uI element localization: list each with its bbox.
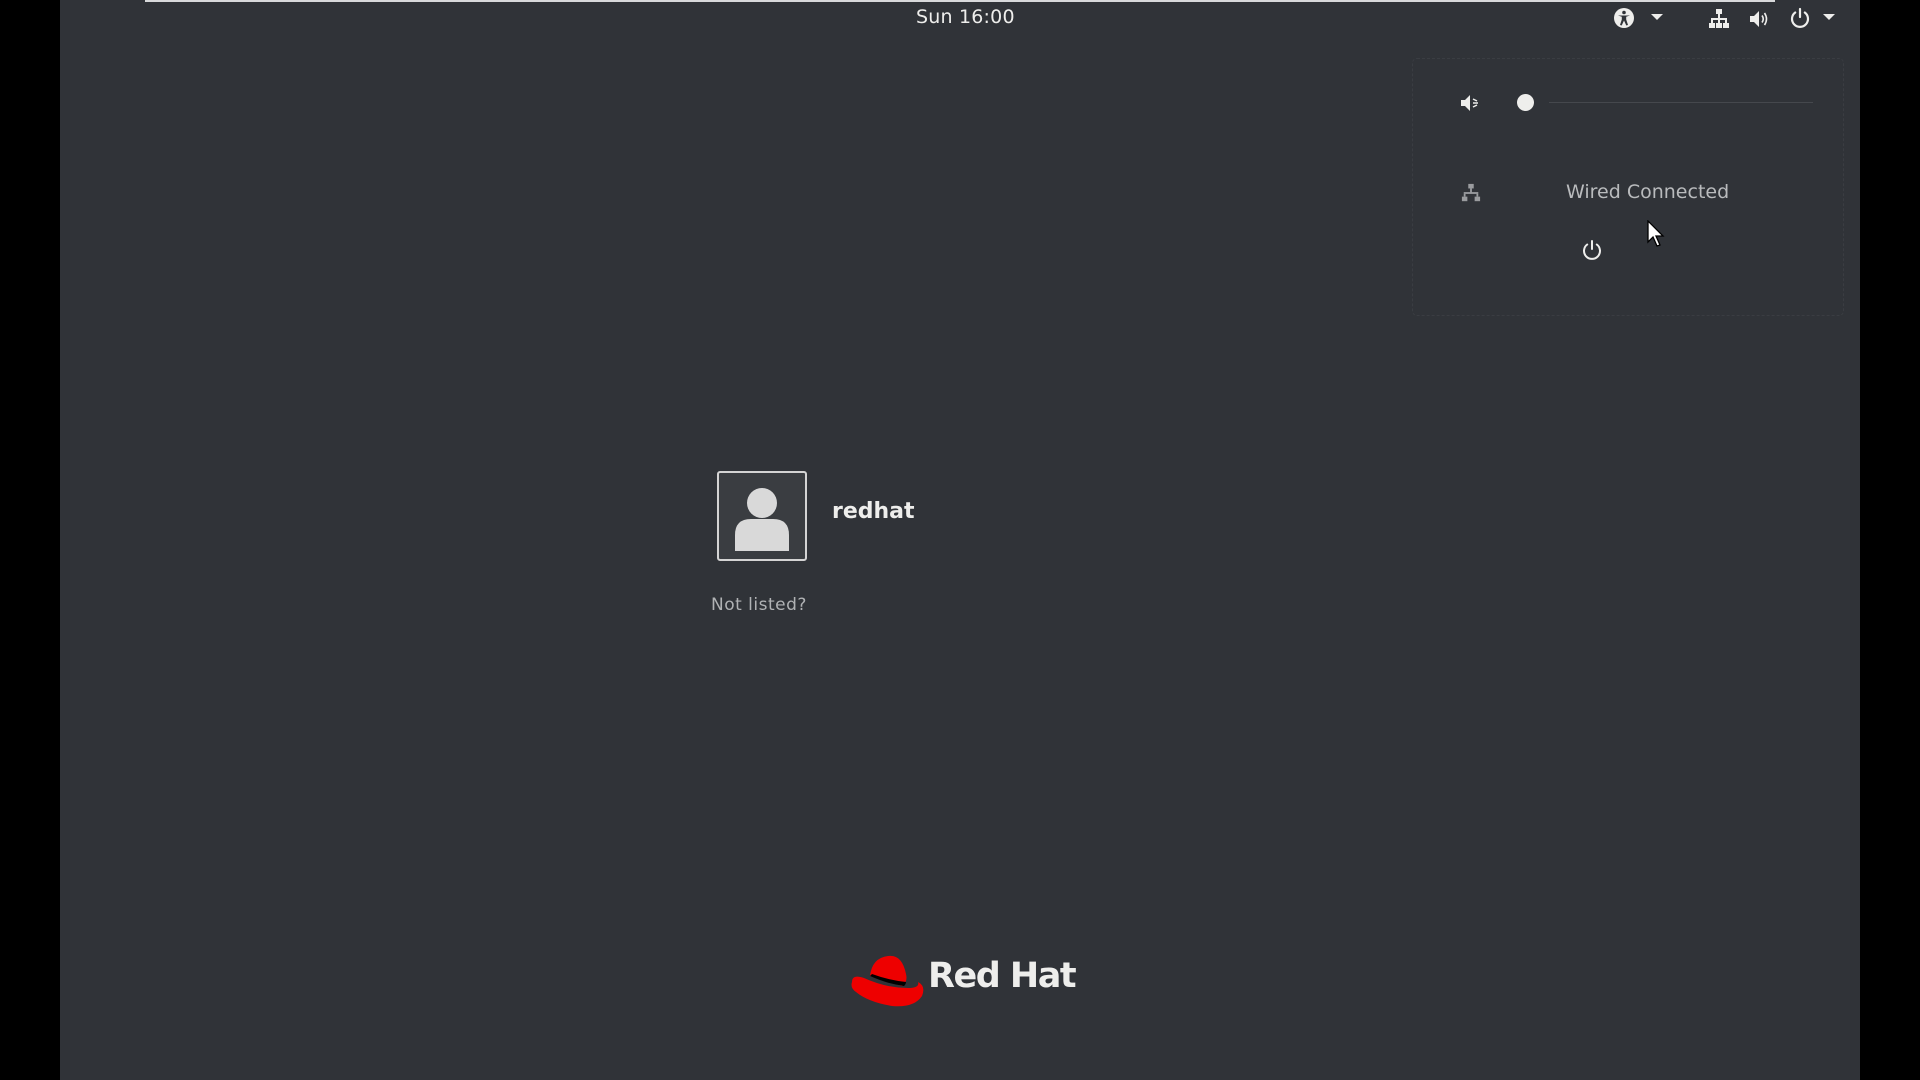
volume-icon[interactable] — [1748, 8, 1772, 30]
volume-slider-track[interactable] — [1549, 102, 1813, 103]
network-wired-icon[interactable] — [1708, 8, 1730, 30]
not-listed-link[interactable]: Not listed? — [711, 595, 807, 615]
red-hat-logo-icon — [851, 955, 924, 1007]
clock[interactable]: Sun 16:00 — [916, 6, 1015, 28]
accessibility-icon[interactable] — [1612, 7, 1636, 29]
user-name[interactable]: redhat — [832, 499, 915, 524]
user-avatar-button[interactable] — [717, 471, 807, 561]
login-screen: Sun 16:00 Wired Connected redhat Not lis… — [60, 0, 1860, 1080]
network-wired-icon — [1461, 183, 1481, 207]
volume-row — [1413, 89, 1843, 119]
power-icon — [1583, 240, 1601, 260]
user-avatar-icon — [735, 488, 789, 551]
volume-muted-icon[interactable] — [1459, 92, 1483, 118]
mouse-cursor-icon — [1647, 219, 1667, 254]
chevron-down-icon[interactable] — [1823, 14, 1835, 22]
chevron-down-icon[interactable] — [1651, 14, 1663, 22]
red-hat-logo-text: Red Hat — [928, 956, 1077, 996]
top-bar: Sun 16:00 — [60, 0, 1860, 34]
volume-slider-knob[interactable] — [1517, 94, 1534, 111]
wired-connection-label: Wired Connected — [1566, 181, 1730, 203]
power-icon[interactable] — [1789, 7, 1811, 29]
power-off-button[interactable] — [1581, 239, 1603, 265]
system-menu: Wired Connected — [1412, 58, 1844, 316]
